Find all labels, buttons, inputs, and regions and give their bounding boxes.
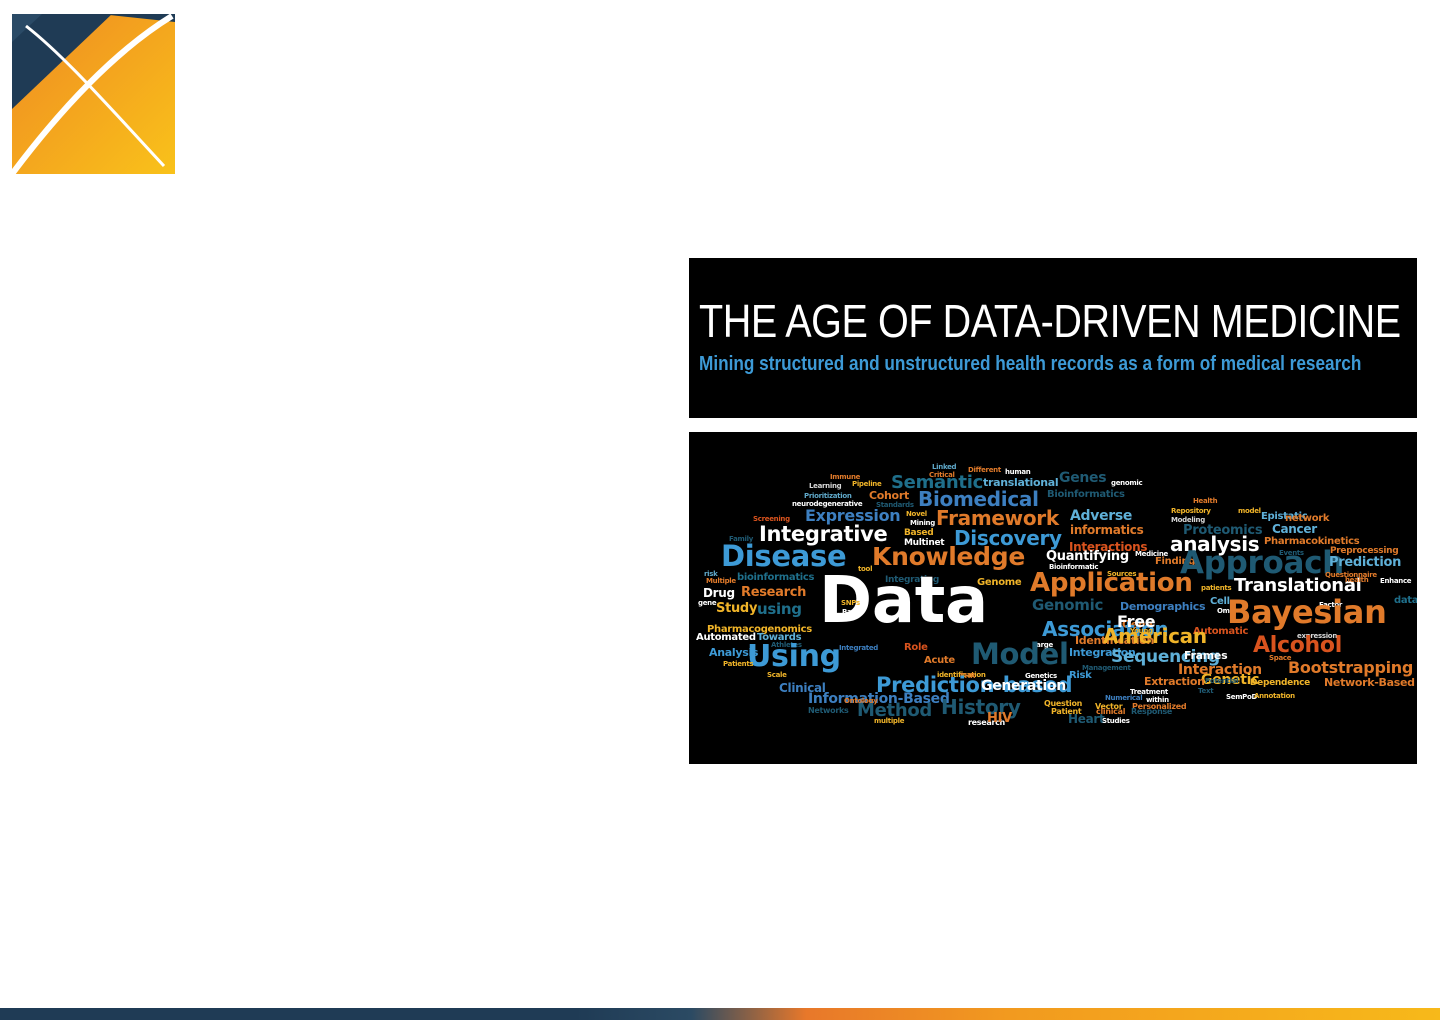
word-cloud-term: Model xyxy=(971,637,1069,671)
word-cloud-term: Acute xyxy=(924,655,955,666)
word-cloud-term: Drug xyxy=(703,586,735,600)
word-cloud-term: Heart xyxy=(1068,712,1105,726)
word-cloud-term: Based xyxy=(904,528,934,538)
word-cloud-term: Adverse xyxy=(1070,508,1133,524)
word-cloud-term: using xyxy=(757,600,802,618)
banner-subtitle: Mining structured and unstructured healt… xyxy=(699,353,1362,375)
word-cloud-term: Demographics xyxy=(1120,600,1206,613)
word-cloud-term: Network-Based xyxy=(1324,676,1415,689)
word-cloud-term: Bioinformatics xyxy=(1047,489,1125,500)
word-cloud-term: Repository xyxy=(1171,507,1211,515)
word-cloud-term: Alcohol xyxy=(1253,633,1342,658)
word-cloud-term: Health xyxy=(1193,497,1218,505)
word-cloud-term: Prediction xyxy=(1329,555,1402,570)
word-cloud-term: bioinformatics xyxy=(737,572,815,583)
banner-title: THE AGE OF DATA-DRIVEN MEDICINE xyxy=(699,295,1401,347)
word-cloud-term: Framework xyxy=(936,506,1059,530)
word-cloud-term: Mining xyxy=(910,519,935,527)
word-cloud-term: informatics xyxy=(1070,523,1144,537)
word-cloud-term: multiple xyxy=(874,717,905,725)
word-cloud-term: Quantifying xyxy=(1046,549,1129,564)
word-cloud-term: American xyxy=(1103,624,1207,648)
word-cloud-term: Genomic xyxy=(1032,596,1104,614)
word-cloud-term: Bayesian xyxy=(1227,593,1387,631)
word-cloud-term: Text xyxy=(1198,687,1214,695)
word-cloud-term: Cancer xyxy=(1272,522,1317,536)
word-cloud-term: HIV xyxy=(987,711,1012,726)
word-cloud-term: Novel xyxy=(906,510,927,518)
word-cloud-term: Genes xyxy=(1059,470,1107,486)
word-cloud-term: Pipeline xyxy=(852,480,882,488)
word-cloud-term: patients xyxy=(1201,584,1232,592)
word-cloud-term: genomic xyxy=(1111,479,1143,487)
word-cloud-term: Using xyxy=(747,639,841,674)
word-cloud-term: Annotation xyxy=(1254,692,1295,700)
word-cloud-term: Risk xyxy=(1069,670,1092,681)
word-cloud: Linked Critical Different human Immune Genes L… xyxy=(689,432,1417,764)
word-cloud-term: Multiple xyxy=(706,577,736,585)
word-cloud-term: Dependence xyxy=(1250,678,1310,688)
banner: THE AGE OF DATA-DRIVEN MEDICINE Mining s… xyxy=(689,258,1417,418)
word-cloud-term: SNPs xyxy=(841,599,860,607)
word-cloud-term: Frames xyxy=(1184,649,1228,662)
word-cloud-term: Study xyxy=(716,601,758,616)
word-cloud-term: SemPoD xyxy=(1226,693,1258,701)
word-cloud-term: model xyxy=(1238,507,1261,515)
word-cloud-term: Numerical xyxy=(1105,694,1143,702)
x-logo-icon xyxy=(9,13,175,176)
word-cloud-term: Bootstrapping xyxy=(1288,658,1414,677)
word-cloud-term: Potential xyxy=(1205,677,1239,685)
word-cloud-term: Enhance xyxy=(1380,577,1412,585)
word-cloud-term: Extraction xyxy=(1144,675,1205,688)
word-cloud-term: Generation xyxy=(981,678,1066,694)
word-cloud-term: Learning xyxy=(809,482,842,490)
word-cloud-term: Research xyxy=(741,585,807,600)
word-cloud-term: Base xyxy=(842,608,860,616)
word-cloud-term: Linked xyxy=(932,463,957,471)
word-cloud-term: Cohort xyxy=(869,489,909,502)
word-cloud-term: Role xyxy=(904,642,928,653)
word-cloud-term: Studies xyxy=(1102,717,1130,725)
word-cloud-term: gene xyxy=(698,599,717,607)
word-cloud-term: Prioritization xyxy=(804,492,852,500)
word-cloud-term: health xyxy=(1345,576,1369,584)
bottom-accent-bar xyxy=(0,1008,1440,1020)
word-cloud-term: Scale xyxy=(767,671,787,679)
word-cloud-term: Networks xyxy=(808,706,849,715)
word-cloud-term: Integrated xyxy=(839,644,878,652)
word-cloud-term: human xyxy=(1005,468,1031,476)
word-cloud-term: data xyxy=(1394,595,1417,606)
word-cloud-term: Application xyxy=(1030,568,1193,598)
word-cloud-term: Patients xyxy=(723,660,754,668)
word-cloud-term: Response xyxy=(1131,707,1173,716)
